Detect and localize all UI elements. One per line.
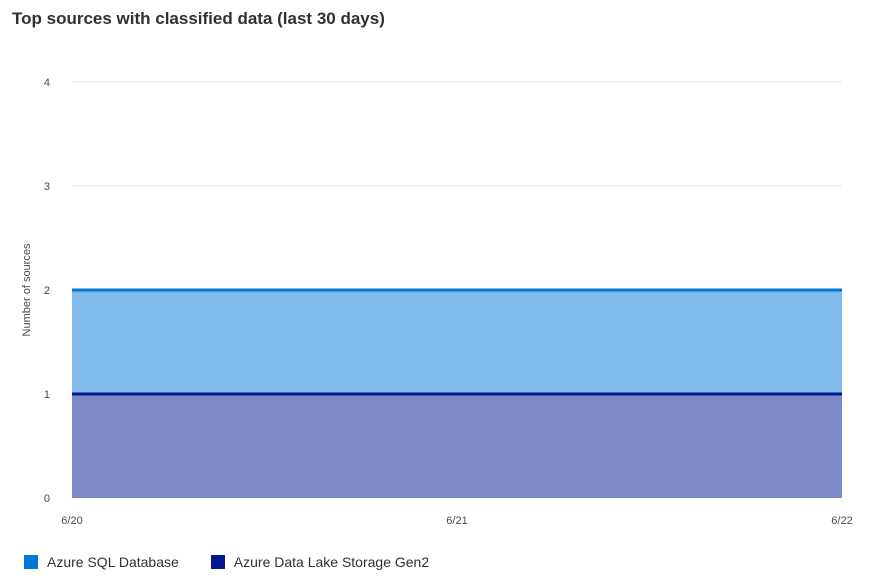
chart-area: 0 1 2 3 4 6/20 6/21 6/22 Number of sources bbox=[21, 77, 853, 527]
x-tick-labels: 6/20 6/21 6/22 bbox=[61, 515, 852, 527]
legend-item-azure-sql-database[interactable]: Azure SQL Database bbox=[24, 554, 179, 570]
legend-label: Azure Data Lake Storage Gen2 bbox=[233, 554, 430, 570]
area-azure-sql-database[interactable] bbox=[72, 290, 842, 394]
y-tick-label: 1 bbox=[44, 389, 50, 401]
x-tick-label: 6/21 bbox=[446, 515, 467, 527]
y-axis-title: Number of sources bbox=[21, 243, 33, 336]
legend-swatch bbox=[210, 555, 225, 569]
x-tick-label: 6/20 bbox=[61, 515, 82, 527]
legend-label: Azure SQL Database bbox=[47, 554, 179, 570]
legend-swatch bbox=[24, 555, 38, 569]
area-azure-data-lake-storage-gen2[interactable] bbox=[72, 394, 842, 498]
y-tick-labels: 0 1 2 3 4 bbox=[44, 77, 50, 505]
y-tick-label: 0 bbox=[44, 493, 50, 505]
y-tick-label: 3 bbox=[44, 181, 50, 193]
legend-item-azure-data-lake-storage-gen2[interactable]: Azure Data Lake Storage Gen2 bbox=[210, 554, 430, 570]
chart-legend: Azure SQL Database Azure Data Lake Stora… bbox=[24, 554, 461, 570]
y-tick-label: 4 bbox=[44, 77, 50, 89]
x-tick-label: 6/22 bbox=[831, 515, 852, 527]
y-tick-label: 2 bbox=[44, 285, 50, 297]
